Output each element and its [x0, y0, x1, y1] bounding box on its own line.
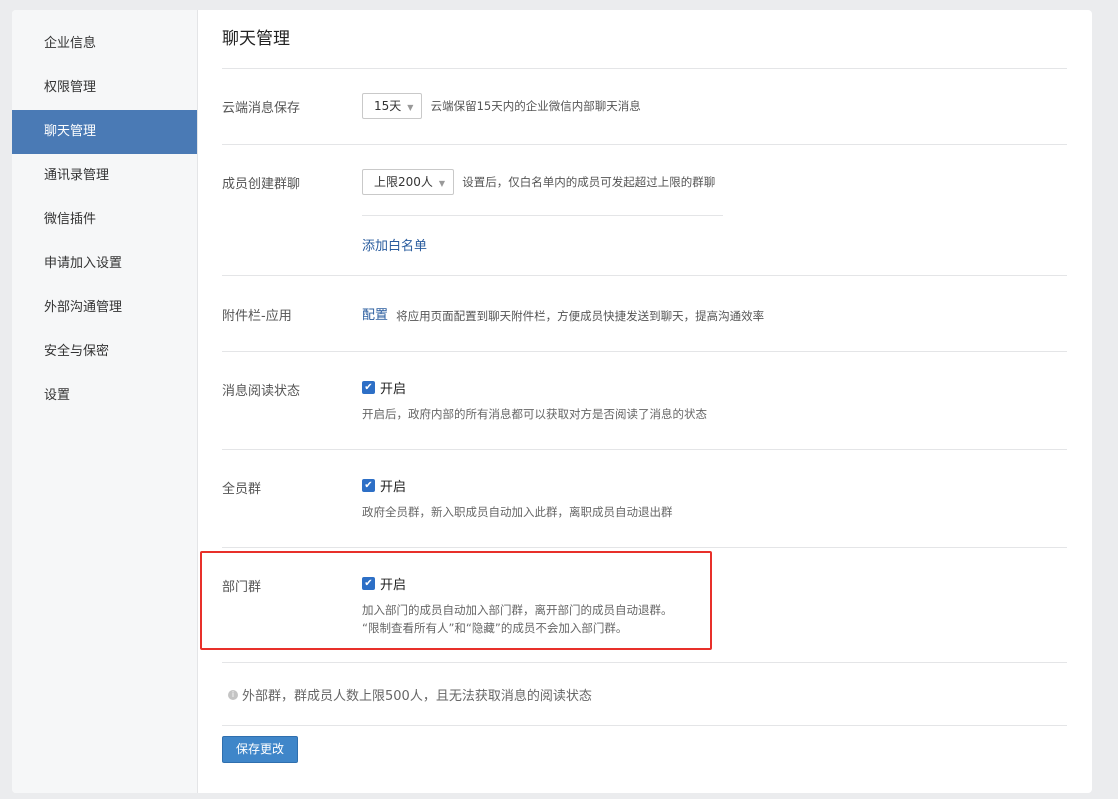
group-create-hint: 设置后，仅白名单内的成员可发起超过上限的群聊	[462, 175, 716, 189]
dept-group-row: 部门群 ✔ 开启 加入部门的成员自动加入部门群，离开部门的成员自动退群。 “限制查…	[222, 548, 1067, 663]
check-icon: ✔	[364, 480, 373, 491]
config-link[interactable]: 配置	[362, 308, 388, 323]
sidebar-item-enterprise-info[interactable]: 企业信息	[12, 22, 197, 66]
group-limit-select[interactable]: 上限200人 ▼	[362, 169, 455, 195]
group-limit-select-value: 上限200人	[374, 175, 433, 189]
check-icon: ✔	[364, 578, 373, 589]
sidebar-item-join-settings[interactable]: 申请加入设置	[12, 242, 197, 286]
page-title: 聊天管理	[222, 10, 1067, 69]
sidebar-item-settings[interactable]: 设置	[12, 374, 197, 418]
all-group-check-label: 开启	[380, 480, 407, 495]
sidebar: 企业信息 权限管理 聊天管理 通讯录管理 微信插件 申请加入设置 外部沟通管理 …	[12, 10, 198, 793]
dept-group-checkbox[interactable]: ✔	[362, 577, 375, 590]
group-create-row: 成员创建群聊 上限200人 ▼ 设置后，仅白名单内的成员可发起超过上限的群聊 添加…	[222, 145, 1067, 276]
cloud-msg-label: 云端消息保存	[222, 101, 301, 116]
read-status-row: 消息阅读状态 ✔ 开启 开启后，政府内部的所有消息都可以获取对方是否阅读了消息的状…	[222, 352, 1067, 450]
read-status-label: 消息阅读状态	[222, 384, 301, 399]
read-status-desc: 开启后，政府内部的所有消息都可以获取对方是否阅读了消息的状态	[362, 407, 707, 421]
sidebar-item-chat-management[interactable]: 聊天管理	[12, 110, 197, 154]
chevron-down-icon: ▼	[407, 103, 414, 112]
info-icon: i	[228, 689, 238, 700]
dept-group-desc-2: “限制查看所有人”和“隐藏”的成员不会加入部门群。	[362, 621, 628, 635]
check-icon: ✔	[364, 382, 373, 393]
sidebar-item-permissions[interactable]: 权限管理	[12, 66, 197, 110]
retention-select[interactable]: 15天 ▼	[362, 93, 423, 119]
all-group-label: 全员群	[222, 482, 262, 497]
dept-group-label: 部门群	[222, 580, 262, 595]
add-whitelist-link[interactable]: 添加白名单	[362, 239, 427, 254]
divider	[362, 215, 723, 216]
attachment-row: 附件栏-应用 配置 将应用页面配置到聊天附件栏，方便成员快捷发送到聊天，提高沟通…	[222, 276, 1067, 352]
sidebar-item-contacts[interactable]: 通讯录管理	[12, 154, 197, 198]
sidebar-item-security[interactable]: 安全与保密	[12, 330, 197, 374]
attachment-label: 附件栏-应用	[222, 309, 292, 324]
settings-window: 企业信息 权限管理 聊天管理 通讯录管理 微信插件 申请加入设置 外部沟通管理 …	[12, 10, 1092, 793]
sidebar-item-external[interactable]: 外部沟通管理	[12, 286, 197, 330]
chevron-down-icon: ▼	[438, 179, 446, 188]
external-note: 外部群，群成员人数上限500人，且无法获取消息的阅读状态	[242, 689, 592, 704]
all-group-checkbox[interactable]: ✔	[362, 479, 375, 492]
cloud-msg-hint: 云端保留15天内的企业微信内部聊天消息	[430, 99, 641, 113]
read-status-checkbox[interactable]: ✔	[362, 381, 375, 394]
read-status-check-label: 开启	[380, 382, 407, 397]
dept-group-desc-1: 加入部门的成员自动加入部门群，离开部门的成员自动退群。	[362, 603, 673, 617]
main-panel: 聊天管理 云端消息保存 15天 ▼ 云端保留15天内的企业微信内部聊天消息 成员创…	[200, 10, 1067, 793]
save-button[interactable]: 保存更改	[222, 736, 298, 763]
sidebar-item-wechat-plugin[interactable]: 微信插件	[12, 198, 197, 242]
all-group-row: 全员群 ✔ 开启 政府全员群，新入职成员自动加入此群，离职成员自动退出群	[222, 450, 1067, 548]
cloud-msg-row: 云端消息保存 15天 ▼ 云端保留15天内的企业微信内部聊天消息	[222, 69, 1067, 145]
group-create-label: 成员创建群聊	[222, 177, 301, 192]
all-group-desc: 政府全员群，新入职成员自动加入此群，离职成员自动退出群	[362, 505, 673, 519]
dept-group-check-label: 开启	[380, 578, 407, 593]
external-note-row: i 外部群，群成员人数上限500人，且无法获取消息的阅读状态	[222, 663, 1067, 726]
attachment-hint: 将应用页面配置到聊天附件栏，方便成员快捷发送到聊天，提高沟通效率	[396, 308, 765, 323]
retention-select-value: 15天	[374, 99, 402, 113]
